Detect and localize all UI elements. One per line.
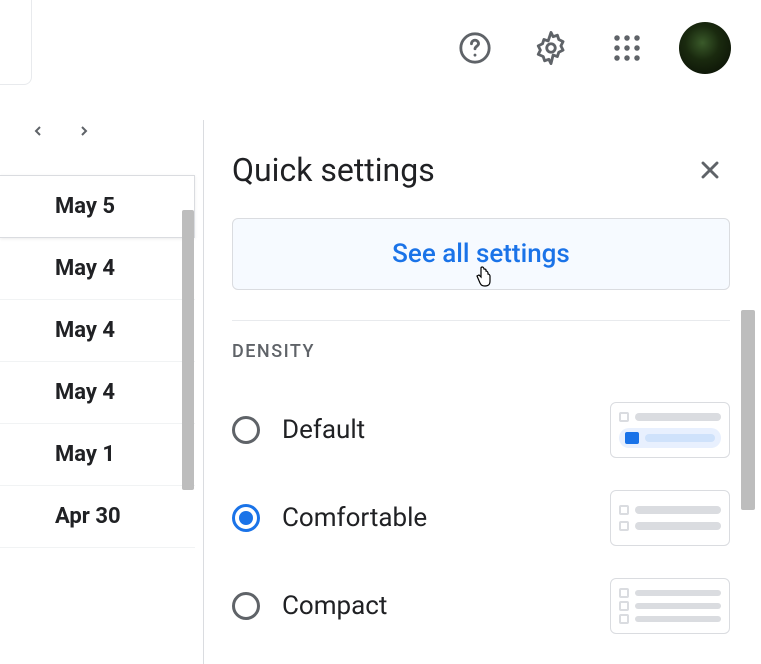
date-item[interactable]: Apr 30 [0, 486, 195, 548]
avatar[interactable] [679, 22, 731, 74]
help-icon[interactable] [451, 24, 499, 72]
date-item[interactable]: May 4 [0, 300, 195, 362]
panel-header: Quick settings [232, 150, 730, 190]
see-all-settings-button[interactable]: See all settings [232, 218, 730, 290]
radio-icon [232, 592, 260, 620]
radio-icon [232, 416, 260, 444]
gear-icon[interactable] [527, 24, 575, 72]
quick-settings-panel: Quick settings See all settings DENSITY … [203, 120, 755, 664]
date-item[interactable]: May 4 [0, 238, 195, 300]
density-preview-default [610, 402, 730, 458]
top-bar [0, 0, 761, 95]
date-item[interactable]: May 4 [0, 362, 195, 424]
close-icon[interactable] [690, 150, 730, 190]
chevron-left-icon[interactable] [30, 120, 46, 145]
pager [0, 120, 195, 145]
density-preview-comfortable [610, 490, 730, 546]
density-option-compact[interactable]: Compact [232, 562, 730, 650]
left-column: May 5 May 4 May 4 May 4 May 1 Apr 30 [0, 120, 195, 548]
scrollbar[interactable] [741, 310, 755, 510]
scrollbar[interactable] [182, 210, 194, 490]
divider [232, 320, 730, 321]
density-section-label: DENSITY [232, 341, 730, 362]
panel-title: Quick settings [232, 151, 435, 189]
density-option-comfortable[interactable]: Comfortable [232, 474, 730, 562]
option-label: Comfortable [282, 503, 610, 533]
apps-grid-icon[interactable] [603, 24, 651, 72]
chevron-right-icon[interactable] [76, 120, 92, 145]
date-list: May 5 May 4 May 4 May 4 May 1 Apr 30 [0, 175, 195, 548]
date-item[interactable]: May 5 [0, 175, 195, 238]
radio-icon [232, 504, 260, 532]
date-item[interactable]: May 1 [0, 424, 195, 486]
option-label: Compact [282, 591, 610, 621]
density-option-default[interactable]: Default [232, 386, 730, 474]
density-preview-compact [610, 578, 730, 634]
option-label: Default [282, 415, 610, 445]
